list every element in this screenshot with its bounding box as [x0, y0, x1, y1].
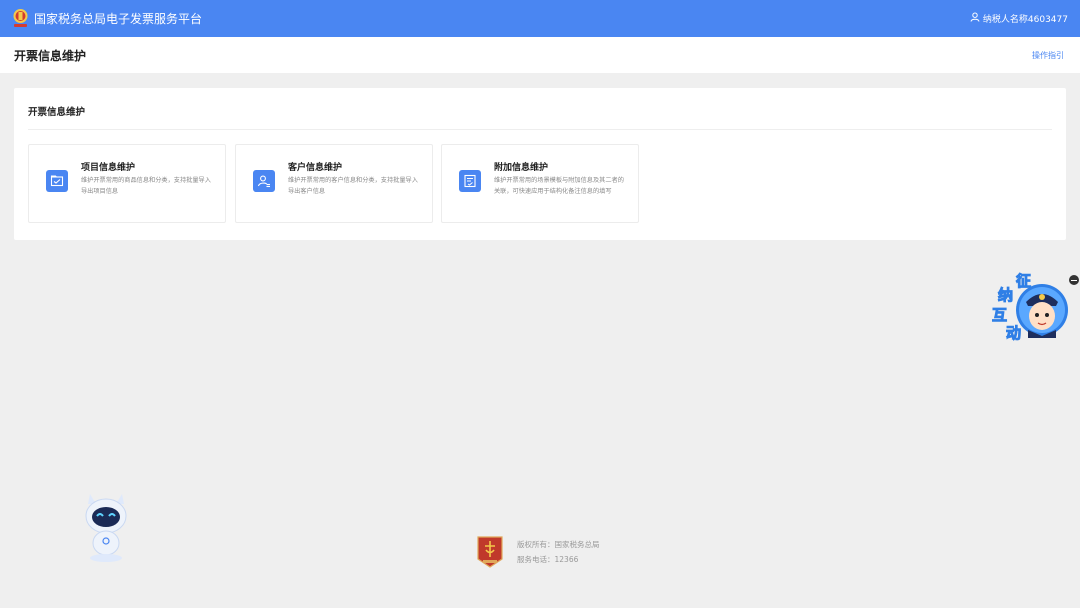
- card-description: 维护开票常用的客户信息和分类，支持批量导入导出客户信息: [288, 177, 418, 195]
- footer: 版权所有：国家税务总局 服务电话：12366: [476, 535, 600, 569]
- card-title: 附加信息维护: [494, 163, 549, 173]
- divider: [28, 129, 1052, 130]
- panel-title: 开票信息维护: [28, 107, 86, 118]
- service-phone: 服务电话：12366: [517, 555, 579, 564]
- card-customer-info[interactable]: 客户信息维护 维护开票常用的客户信息和分类，支持批量导入导出客户信息: [235, 144, 433, 223]
- tax-emblem-icon: [12, 8, 29, 30]
- card-title: 项目信息维护: [81, 163, 136, 173]
- main-panel: 开票信息维护 项目信息维护 维护开票常用的商品信息和分类，支持批量导入导出项目信…: [14, 88, 1066, 240]
- page-header: 开票信息维护 操作指引: [0, 37, 1080, 73]
- brand[interactable]: 国家税务总局电子发票服务平台: [12, 8, 202, 30]
- minus-circle-icon[interactable]: [1069, 275, 1079, 285]
- user-name: 纳税人名称4603477: [982, 15, 1068, 25]
- interact-char-4: 动: [1005, 324, 1022, 343]
- card-project-info[interactable]: 项目信息维护 维护开票常用的商品信息和分类，支持批量导入导出项目信息: [28, 144, 226, 223]
- app-title: 国家税务总局电子发票服务平台: [34, 12, 203, 26]
- guide-link[interactable]: 操作指引: [1032, 50, 1064, 61]
- card-description: 维护开票常用的场景模板与附加信息及其二者的关联，可快速应用于结构化备注信息的填写: [494, 177, 624, 195]
- copyright-text: 版权所有：国家税务总局: [517, 540, 600, 549]
- user-icon: [970, 12, 980, 25]
- card-title: 客户信息维护: [288, 163, 343, 173]
- card-additional-info[interactable]: 附加信息维护 维护开票常用的场景模板与附加信息及其二者的关联，可快速应用于结构化…: [441, 144, 639, 223]
- card-description: 维护开票常用的商品信息和分类，支持批量导入导出项目信息: [81, 177, 211, 195]
- folder-icon: [46, 170, 68, 192]
- page-title: 开票信息维护: [14, 48, 87, 63]
- customer-icon: [253, 170, 275, 192]
- interact-char-3: 互: [991, 306, 1008, 325]
- emblem-icon: [476, 535, 504, 569]
- top-bar: 国家税务总局电子发票服务平台 纳税人名称4603477: [0, 0, 1080, 37]
- note-icon: [459, 170, 481, 192]
- robot-assistant[interactable]: [80, 488, 132, 564]
- interact-char-2: 征: [1015, 272, 1032, 291]
- user-menu[interactable]: 纳税人名称4603477: [970, 12, 1068, 25]
- interact-char-1: 纳: [997, 286, 1014, 305]
- robot-assistant-icon: [85, 494, 127, 562]
- interaction-widget[interactable]: 纳 征 互 动: [990, 272, 1072, 344]
